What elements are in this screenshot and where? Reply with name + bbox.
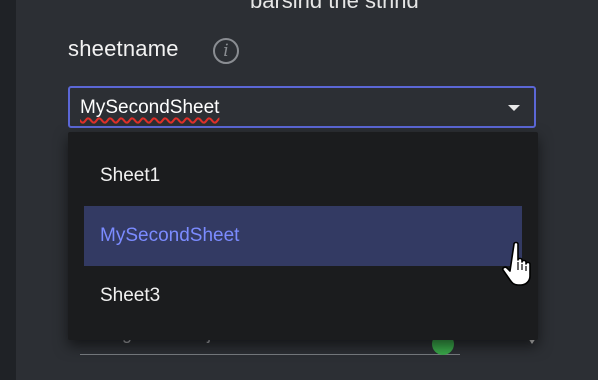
hand-pointer-icon [502,241,531,286]
sheet-dropdown-menu: Sheet1 MySecondSheet Sheet3 [68,132,538,340]
clipped-header-text: parsing the string [250,0,590,8]
select-current-value: MySecondSheet [80,97,220,118]
sheetname-select[interactable]: MySecondSheet [68,86,536,128]
dropdown-option-mysecondsheet[interactable]: MySecondSheet [84,206,522,266]
info-icon[interactable]: i [213,38,239,64]
screen: parsing the string sheetname i MySecondS… [0,0,598,380]
chevron-down-icon[interactable] [508,105,520,111]
dropdown-option-sheet3[interactable]: Sheet3 [84,266,522,326]
sheetname-label: sheetname [68,36,179,61]
sidebar-strip [0,0,16,380]
dropdown-option-sheet1[interactable]: Sheet1 [84,146,522,206]
